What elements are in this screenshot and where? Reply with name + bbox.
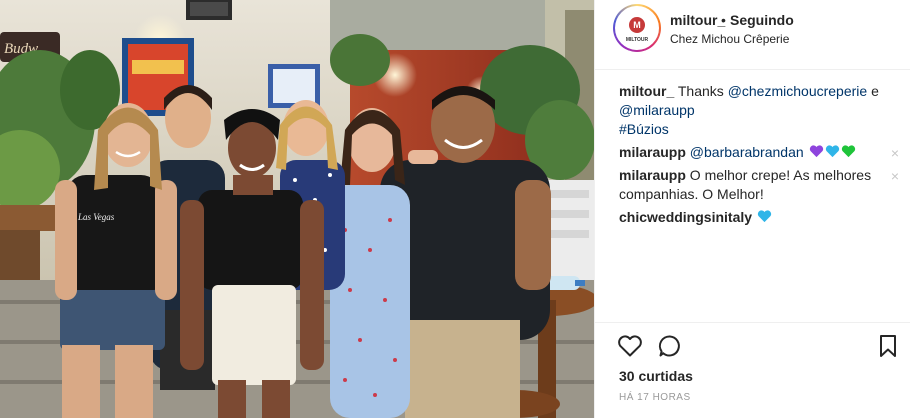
close-icon[interactable]: ×: [891, 167, 899, 186]
header-separator: •: [721, 12, 726, 28]
blue-heart-icon: [757, 210, 772, 223]
mention-link[interactable]: @milaraupp: [619, 102, 695, 118]
comment-username[interactable]: chicweddingsinitaly: [619, 209, 752, 225]
close-icon[interactable]: ×: [891, 144, 899, 163]
bookmark-icon[interactable]: [878, 334, 898, 358]
hashtag-link[interactable]: #Búzios: [619, 121, 669, 137]
comment-item: chicweddingsinitaly: [619, 208, 905, 227]
comment-text: Thanks: [677, 83, 724, 99]
svg-text:M: M: [633, 20, 641, 30]
comments-list: miltour_ Thanks @chezmichoucreperie e @m…: [619, 82, 905, 227]
mention-link[interactable]: @chezmichoucreperie: [728, 83, 868, 99]
caption: miltour_ Thanks @chezmichoucreperie e @m…: [619, 82, 905, 139]
shirt-text: Las Vegas: [77, 212, 115, 222]
mention-link[interactable]: @barbarabrandan: [690, 144, 804, 160]
post-header: M MILTOUR miltour_ • Seguindo Chez Micho…: [595, 0, 910, 70]
group-photo: Budw Las Vegas: [0, 0, 594, 418]
comment-username[interactable]: milaraupp: [619, 144, 686, 160]
comment-icon[interactable]: [658, 334, 682, 358]
post-timestamp: HÁ 17 HORAS: [619, 392, 691, 403]
action-bar: 30 curtidas HÁ 17 HORAS: [595, 322, 910, 418]
purple-heart-icon: [809, 145, 823, 158]
blue-heart-icon: [825, 145, 839, 158]
comment-item: milaraupp O melhor crepe! As melhores co…: [619, 166, 905, 204]
heart-icon[interactable]: [617, 334, 643, 358]
miltour-logo-icon: M MILTOUR: [617, 8, 657, 48]
comment-item: milaraupp @barbarabrandan ×: [619, 143, 905, 162]
avatar[interactable]: M MILTOUR: [613, 4, 661, 52]
likes-count[interactable]: 30 curtidas: [619, 368, 693, 384]
post-sidebar: M MILTOUR miltour_ • Seguindo Chez Micho…: [594, 0, 910, 418]
post-photo[interactable]: Budw Las Vegas: [0, 0, 594, 418]
comment-username[interactable]: milaraupp: [619, 167, 686, 183]
follow-status-button[interactable]: Seguindo: [730, 12, 794, 28]
comment-text: e: [871, 83, 879, 99]
avatar-logo-text: MILTOUR: [626, 37, 649, 43]
comment-username[interactable]: miltour_: [619, 83, 674, 99]
green-heart-icon: [841, 145, 855, 158]
instagram-post: Budw Las Vegas M MILTOUR miltour_ • Segu…: [0, 0, 910, 418]
location-link[interactable]: Chez Michou Crêperie: [670, 32, 789, 46]
header-username[interactable]: miltour_: [670, 12, 725, 28]
